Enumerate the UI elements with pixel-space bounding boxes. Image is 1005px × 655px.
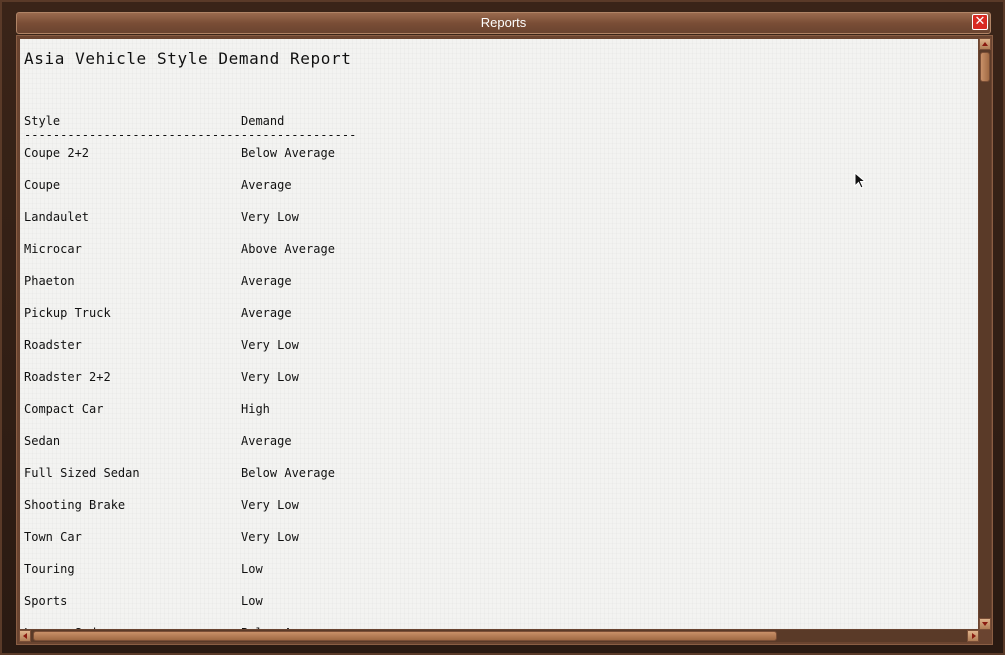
row-style: Town Car: [24, 530, 82, 544]
scroll-left-button[interactable]: [19, 630, 31, 642]
table-row: Roadster 2+2 Very Low: [24, 370, 624, 402]
table-row: Touring Low: [24, 562, 624, 594]
column-header-demand: Demand: [241, 114, 285, 128]
row-style: Pickup Truck: [24, 306, 111, 320]
row-style: Coupe 2+2: [24, 146, 90, 160]
horizontal-scrollbar[interactable]: [19, 630, 979, 642]
table-row: Town Car Very Low: [24, 530, 624, 562]
mouse-pointer-icon: [854, 172, 867, 189]
row-demand: Above Average: [241, 242, 335, 256]
arrow-left-icon: [23, 633, 27, 639]
table-row: Microcar Above Average: [24, 242, 624, 274]
row-style: Landaulet: [24, 210, 90, 224]
row-demand: Average: [241, 274, 292, 288]
row-demand: High: [241, 402, 270, 416]
row-style: Roadster: [24, 338, 82, 352]
row-style: Phaeton: [24, 274, 75, 288]
scroll-down-button[interactable]: [979, 618, 991, 630]
row-demand: Below Average: [241, 146, 335, 160]
table-row: Sedan Average: [24, 434, 624, 466]
row-demand: Low: [241, 594, 263, 608]
close-button[interactable]: ✕: [972, 14, 988, 30]
header-separator: ----------------------------------------…: [24, 128, 357, 142]
row-style: Full Sized Sedan: [24, 466, 140, 480]
row-demand: Very Low: [241, 498, 299, 512]
row-demand: Below Average: [241, 626, 335, 629]
row-demand: Very Low: [241, 370, 299, 384]
row-style: Compact Car: [24, 402, 104, 416]
row-demand: Average: [241, 178, 292, 192]
vertical-scrollbar[interactable]: [979, 38, 991, 630]
horizontal-scroll-thumb[interactable]: [33, 631, 777, 641]
table-row: Coupe Average: [24, 178, 624, 210]
column-header-style: Style: [24, 114, 61, 128]
arrow-right-icon: [972, 633, 976, 639]
row-demand: Average: [241, 306, 292, 320]
row-demand: Low: [241, 562, 263, 576]
vertical-scroll-thumb[interactable]: [980, 52, 990, 82]
row-style: Shooting Brake: [24, 498, 126, 512]
row-demand: Very Low: [241, 530, 299, 544]
arrow-up-icon: [982, 42, 988, 46]
row-style: Touring: [24, 562, 75, 576]
table-row: Pickup Truck Average: [24, 306, 624, 338]
table-row: Coupe 2+2 Below Average: [24, 146, 624, 178]
row-demand: Very Low: [241, 210, 299, 224]
scroll-right-button[interactable]: [967, 630, 979, 642]
row-style: Microcar: [24, 242, 82, 256]
row-style: Roadster 2+2: [24, 370, 111, 384]
window-title: Reports: [480, 15, 527, 30]
row-demand: Average: [241, 434, 292, 448]
report-page: Asia Vehicle Style Demand Report Style D…: [20, 39, 978, 629]
reports-window: Reports ✕ Asia Vehicle Style Demand Repo…: [0, 0, 1005, 655]
table-row: Compact Car High: [24, 402, 624, 434]
arrow-down-icon: [982, 622, 988, 626]
table-row: Full Sized Sedan Below Average: [24, 466, 624, 498]
table-row: Luxury Sedan Below Average: [24, 626, 624, 629]
row-demand: Below Average: [241, 466, 335, 480]
table-row: Roadster Very Low: [24, 338, 624, 370]
table-row: Landaulet Very Low: [24, 210, 624, 242]
row-style: Coupe: [24, 178, 61, 192]
report-rows: Coupe 2+2 Below Average Coupe Average Landau…: [24, 146, 624, 629]
table-row: Sports Low: [24, 594, 624, 626]
table-row: Shooting Brake Very Low: [24, 498, 624, 530]
scroll-up-button[interactable]: [979, 38, 991, 50]
row-demand: Very Low: [241, 338, 299, 352]
table-row: Phaeton Average: [24, 274, 624, 306]
report-title: Asia Vehicle Style Demand Report: [24, 49, 352, 68]
close-icon: ✕: [974, 14, 986, 29]
row-style: Sedan: [24, 434, 61, 448]
row-style: Sports: [24, 594, 68, 608]
row-style: Luxury Sedan: [24, 626, 111, 629]
title-bar[interactable]: Reports ✕: [16, 12, 991, 34]
content-frame: Asia Vehicle Style Demand Report Style D…: [16, 35, 993, 645]
